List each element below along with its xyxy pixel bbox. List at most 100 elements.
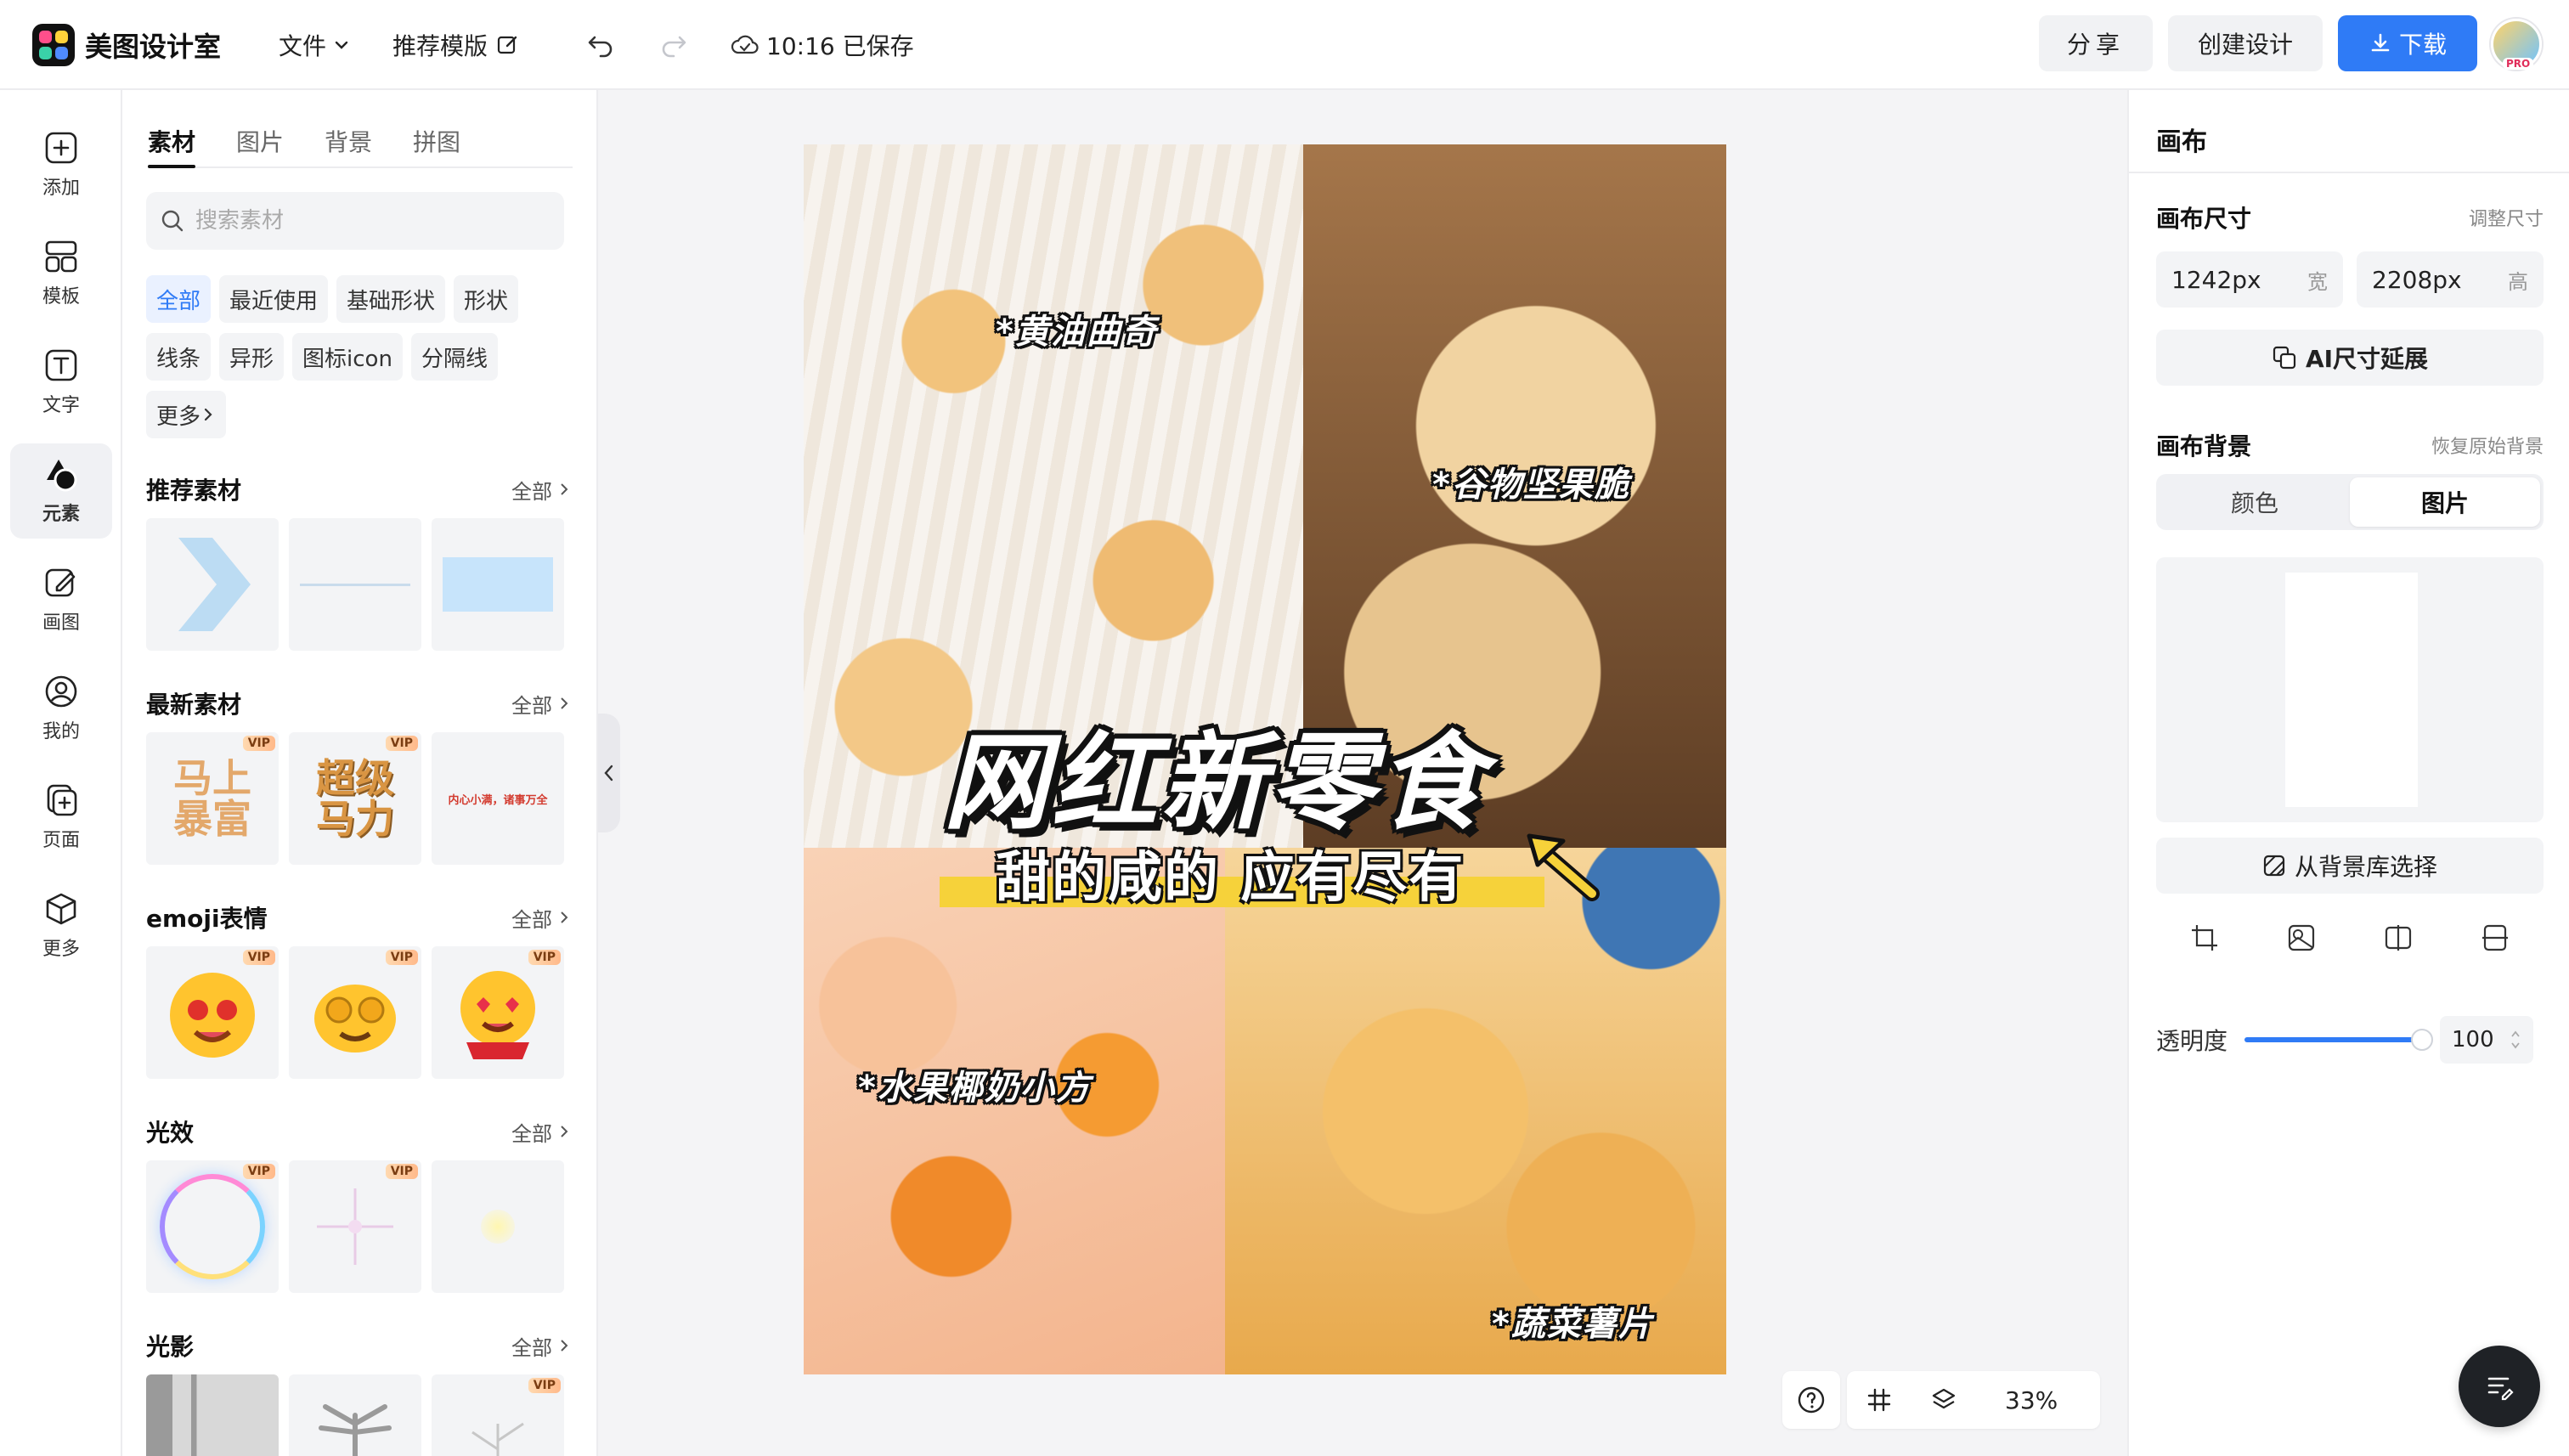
panel-title: 画布 [2156, 127, 2207, 157]
rail-item-add[interactable]: 添加 [10, 117, 112, 212]
properties-panel: 画布 画布尺寸 调整尺寸 1242px 宽 2208px 高 AI尺寸延展 画布… [2127, 90, 2569, 1456]
light-glow-thumb[interactable] [432, 1160, 564, 1293]
collapse-panel-button[interactable] [598, 714, 620, 832]
thumbs-recommended [146, 518, 564, 651]
chevron-down-icon [335, 41, 348, 49]
resize-link[interactable]: 调整尺寸 [2469, 204, 2544, 231]
design-canvas[interactable]: *黄油曲奇 *谷物坚果脆 *水果椰奶小方 *蔬菜薯片 网红新零食 甜的咸的 应有… [804, 144, 1726, 1374]
asset-thumb-text-wealth[interactable]: 马上暴富 VIP [146, 732, 279, 865]
emoji-coin-eyes-icon-art [314, 985, 396, 1052]
chevron-shape-icon [178, 538, 251, 631]
template-menu[interactable]: 推荐模版 [392, 28, 520, 62]
undo-button[interactable] [584, 27, 618, 65]
rainbow-ring [160, 1174, 265, 1279]
label-veggie-chips[interactable]: *蔬菜薯片 [1492, 1296, 1654, 1346]
see-all-link[interactable]: 全部 [511, 689, 571, 719]
see-all-link[interactable]: 全部 [511, 1331, 571, 1361]
chevron-right-icon [561, 1126, 568, 1137]
app-title: 美图设计室 [85, 31, 222, 63]
help-button[interactable] [1782, 1371, 1840, 1429]
emoji-money-face-icon[interactable]: VIP [146, 946, 279, 1079]
poster-subtitle[interactable]: 甜的咸的 应有尽有 [996, 834, 1465, 912]
emoji-heart-eyes-icon[interactable]: VIP [432, 946, 564, 1079]
width-field[interactable]: 1242px 宽 [2156, 251, 2343, 308]
cube-icon [46, 893, 76, 925]
rail-item-draw[interactable]: 画图 [10, 552, 112, 647]
opacity-slider-knob[interactable] [2411, 1029, 2434, 1051]
opacity-value-field[interactable]: 100 [2440, 1016, 2534, 1064]
shadow-window-thumb[interactable] [146, 1374, 279, 1456]
chevron-right-icon [561, 483, 568, 495]
rail-item-mine[interactable]: 我的 [10, 661, 112, 756]
rail-item-text[interactable]: 文字 [10, 335, 112, 430]
help-icon [1798, 1386, 1825, 1414]
height-field[interactable]: 2208px 高 [2357, 251, 2544, 308]
flip-vertical-icon[interactable] [2480, 923, 2510, 953]
floating-action-button[interactable] [2459, 1346, 2540, 1427]
label-coconut-cubes[interactable]: *水果椰奶小方 [858, 1060, 1092, 1109]
layers-button[interactable] [1911, 1386, 1976, 1414]
shapes-icon [47, 460, 77, 492]
section-title: 推荐素材 [146, 477, 242, 505]
shadow-palm-thumb[interactable] [289, 1374, 421, 1456]
asset-thumb-chevron[interactable] [146, 518, 279, 651]
chevron-right-icon [561, 697, 568, 709]
label-nut-crisps[interactable]: *谷物坚果脆 [1432, 457, 1630, 506]
asset-thumb-rectangle[interactable] [432, 518, 564, 651]
bg-preview[interactable] [2156, 557, 2544, 822]
see-all-link[interactable]: 全部 [511, 475, 571, 505]
crop-icon[interactable] [2189, 923, 2220, 953]
poster-title[interactable]: 网红新零食 [943, 697, 1487, 849]
app-logo[interactable] [32, 24, 75, 66]
emoji-coin-eyes-icon[interactable]: VIP [289, 946, 421, 1079]
restore-bg-link[interactable]: 恢复原始背景 [2431, 432, 2544, 459]
asset-thumb-text-slogan[interactable]: 内心小满，诸事万全 [432, 732, 564, 865]
line-shape [300, 583, 410, 586]
arrow-sticker-icon[interactable] [1517, 824, 1602, 909]
seg-image[interactable]: 图片 [2350, 477, 2540, 527]
file-menu[interactable]: 文件 [279, 28, 350, 62]
rail-label-more: 更多 [42, 939, 80, 960]
vip-badge: VIP [528, 950, 561, 965]
rail-item-pages[interactable]: 页面 [10, 770, 112, 865]
rail-item-elements[interactable]: 元素 [10, 443, 112, 539]
label-butter-cookies[interactable]: *黄油曲奇 [996, 304, 1158, 353]
opacity-label: 透明度 [2156, 1027, 2228, 1055]
asset-thumb-line[interactable] [289, 518, 421, 651]
stepper-icon[interactable] [2510, 1028, 2521, 1052]
text-icon [45, 349, 77, 381]
redo-button[interactable] [656, 27, 690, 65]
see-all-link[interactable]: 全部 [511, 903, 571, 933]
grid-button[interactable] [1847, 1387, 1911, 1413]
zoom-level[interactable]: 33% [1976, 1386, 2086, 1414]
rail-item-templates[interactable]: 模板 [10, 226, 112, 321]
rail-item-more[interactable]: 更多 [10, 878, 112, 973]
rail-label-pages: 页面 [42, 830, 80, 851]
flip-horizontal-icon[interactable] [2383, 923, 2414, 953]
seg-color[interactable]: 颜色 [2160, 477, 2350, 527]
view-tools: 33% [1847, 1371, 2100, 1429]
photo-coconut-cubes[interactable] [804, 848, 1225, 1374]
opacity-slider[interactable] [2244, 1029, 2434, 1051]
user-icon [45, 675, 77, 708]
create-design-button[interactable]: 创建设计 [2168, 15, 2323, 71]
see-all-link[interactable]: 全部 [511, 1117, 571, 1147]
download-button[interactable]: 下载 [2338, 15, 2477, 71]
bg-library-button[interactable]: 从背景库选择 [2156, 838, 2544, 894]
section-latest-head: 最新素材 全部 [146, 686, 571, 720]
see-all-label: 全部 [511, 1121, 552, 1146]
undo-icon [588, 36, 613, 58]
emoji-heart-eyes-icon-art [460, 971, 535, 1059]
asset-thumb-text-power[interactable]: 超级马力 VIP [289, 732, 421, 865]
filter-icon[interactable] [2286, 923, 2317, 953]
template-icon [45, 240, 77, 273]
light-sparkle-thumb[interactable]: VIP [289, 1160, 421, 1293]
light-ring-thumb[interactable]: VIP [146, 1160, 279, 1293]
ai-extend-button[interactable]: AI尺寸延展 [2156, 330, 2544, 386]
photo-veggie-chips[interactable] [1225, 848, 1726, 1374]
shadow-branch-thumb[interactable]: VIP [432, 1374, 564, 1456]
share-button[interactable]: 分享 [2039, 15, 2153, 71]
vip-badge: VIP [385, 736, 418, 751]
section-title: emoji表情 [146, 905, 268, 933]
vip-badge: VIP [242, 950, 275, 965]
